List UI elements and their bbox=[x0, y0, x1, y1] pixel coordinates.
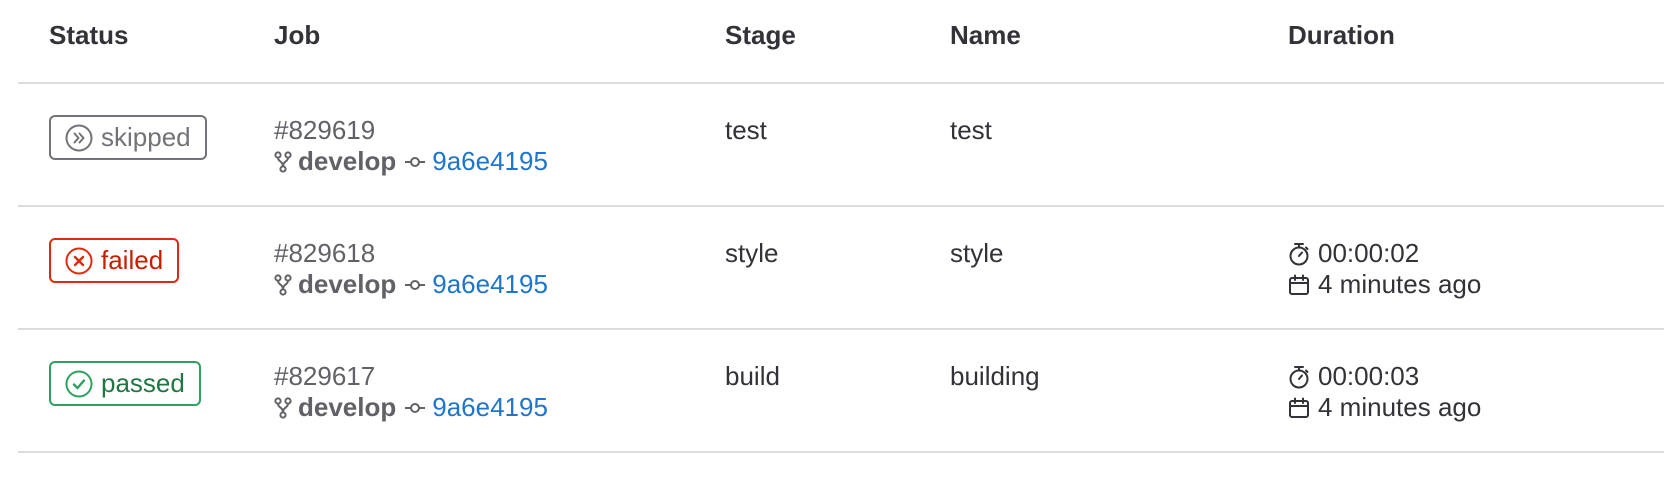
table-row: passed #829617 develop 9a6e4195 build bu… bbox=[18, 330, 1664, 453]
table-header: Status Job Stage Name Duration bbox=[18, 0, 1664, 84]
job-id-link[interactable]: #829617 bbox=[274, 361, 548, 392]
finished-value: 4 minutes ago bbox=[1318, 392, 1482, 422]
stage-cell: test bbox=[725, 115, 767, 145]
job-cell: #829618 develop 9a6e4195 bbox=[274, 238, 548, 300]
status-label: skipped bbox=[101, 122, 191, 152]
branch-link[interactable]: develop bbox=[298, 146, 396, 177]
failed-icon bbox=[65, 247, 93, 274]
duration-line: 00:00:02 bbox=[1288, 238, 1481, 269]
duration-cell: 00:00:03 4 minutes ago bbox=[1288, 361, 1481, 423]
header-stage: Stage bbox=[725, 20, 796, 50]
table-row: failed #829618 develop 9a6e4195 style st… bbox=[18, 207, 1664, 330]
header-name: Name bbox=[950, 20, 1021, 50]
status-badge-skipped[interactable]: skipped bbox=[49, 115, 207, 160]
finished-line: 4 minutes ago bbox=[1288, 269, 1481, 300]
stage-cell: style bbox=[725, 238, 779, 268]
header-job: Job bbox=[274, 20, 321, 50]
commit-sha-link[interactable]: 9a6e4195 bbox=[432, 392, 548, 423]
job-cell: #829619 develop 9a6e4195 bbox=[274, 115, 548, 177]
finished-line: 4 minutes ago bbox=[1288, 392, 1481, 423]
header-duration: Duration bbox=[1288, 20, 1395, 50]
status-label: failed bbox=[101, 245, 164, 275]
name-cell: style bbox=[950, 238, 1004, 268]
job-id-link[interactable]: #829618 bbox=[274, 238, 548, 269]
timer-icon bbox=[1289, 242, 1309, 265]
finished-value: 4 minutes ago bbox=[1318, 269, 1482, 299]
calendar-icon bbox=[1289, 397, 1309, 418]
ref-line: develop 9a6e4195 bbox=[274, 269, 548, 300]
status-badge-passed[interactable]: passed bbox=[49, 361, 201, 406]
duration-cell: 00:00:02 4 minutes ago bbox=[1288, 238, 1481, 300]
table-row: skipped #829619 develop 9a6e4195 test te… bbox=[18, 84, 1664, 207]
commit-icon bbox=[405, 156, 426, 167]
timer-icon bbox=[1289, 365, 1309, 388]
branch-icon bbox=[274, 273, 292, 296]
name-cell: test bbox=[950, 115, 992, 145]
stage-cell: build bbox=[725, 361, 780, 391]
passed-icon bbox=[65, 370, 93, 397]
commit-sha-link[interactable]: 9a6e4195 bbox=[432, 269, 548, 300]
ref-line: develop 9a6e4195 bbox=[274, 392, 548, 423]
commit-icon bbox=[405, 402, 426, 413]
branch-icon bbox=[274, 396, 292, 419]
ref-line: develop 9a6e4195 bbox=[274, 146, 548, 177]
branch-link[interactable]: develop bbox=[298, 392, 396, 423]
jobs-table: Status Job Stage Name Duration skipped #… bbox=[18, 0, 1664, 453]
status-badge-failed[interactable]: failed bbox=[49, 238, 180, 283]
skipped-icon bbox=[65, 124, 93, 151]
duration-line: 00:00:03 bbox=[1288, 361, 1481, 392]
calendar-icon bbox=[1289, 274, 1309, 295]
header-status: Status bbox=[49, 20, 129, 50]
job-cell: #829617 develop 9a6e4195 bbox=[274, 361, 548, 423]
branch-link[interactable]: develop bbox=[298, 269, 396, 300]
name-cell: building bbox=[950, 361, 1040, 391]
branch-icon bbox=[274, 150, 292, 173]
job-id-link[interactable]: #829619 bbox=[274, 115, 548, 146]
duration-value: 00:00:02 bbox=[1318, 238, 1420, 268]
commit-icon bbox=[405, 279, 426, 290]
status-label: passed bbox=[101, 368, 185, 398]
commit-sha-link[interactable]: 9a6e4195 bbox=[432, 146, 548, 177]
duration-value: 00:00:03 bbox=[1318, 361, 1420, 391]
